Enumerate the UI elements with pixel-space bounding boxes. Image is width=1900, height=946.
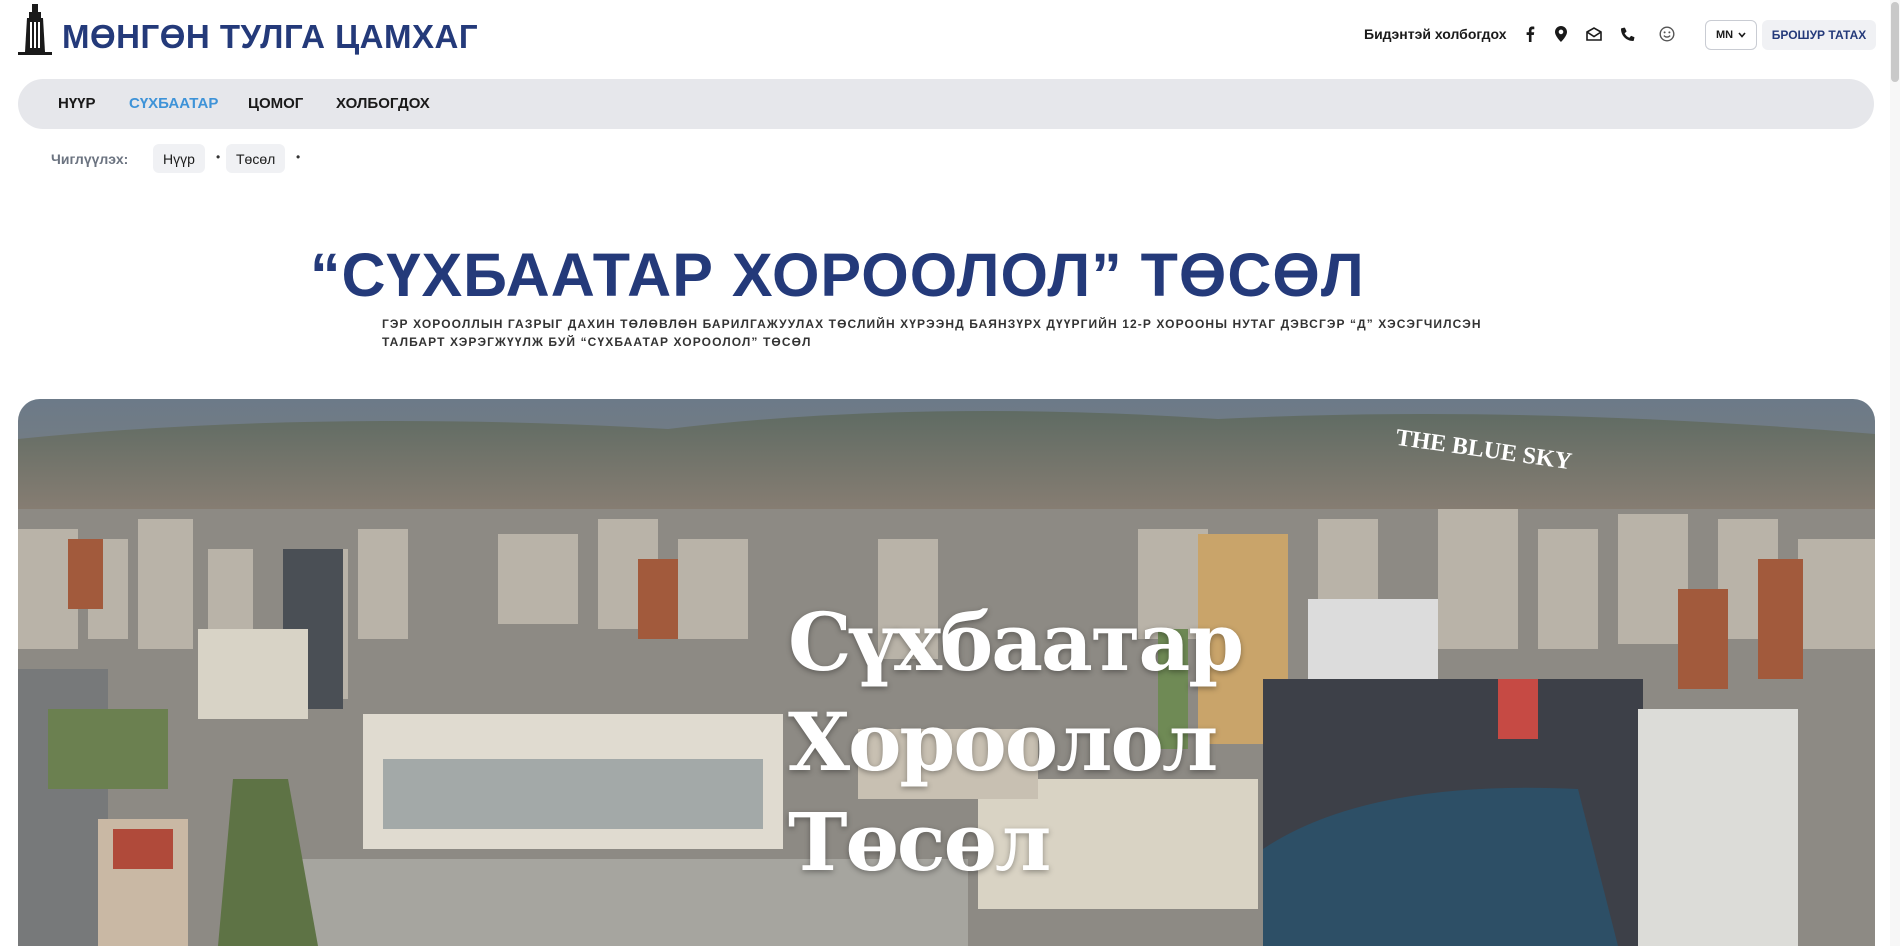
- hero-banner: Сүхбаатар Хороолол Төсөл: [18, 399, 1875, 946]
- breadcrumb-item-project[interactable]: Төсөл: [226, 144, 286, 173]
- nav-item-sukhbaatar[interactable]: СҮХБААТАР: [129, 95, 218, 112]
- nav-item-contact[interactable]: ХОЛБОГДОХ: [336, 95, 430, 112]
- location-pin-icon[interactable]: [1551, 24, 1571, 44]
- breadcrumb-item-home[interactable]: Нүүр: [153, 144, 205, 173]
- page-scrollbar[interactable]: [1890, 0, 1900, 946]
- facebook-icon[interactable]: [1520, 24, 1540, 44]
- language-select[interactable]: MN: [1705, 20, 1757, 50]
- nav-item-gallery[interactable]: ЦОМОГ: [248, 95, 303, 112]
- chevron-down-icon: [1738, 29, 1746, 41]
- main-nav: НҮҮР СҮХБААТАР ЦОМОГ ХОЛБОГДОХ: [18, 79, 1874, 129]
- site-header: МӨНГӨН ТУЛГА ЦАМХАГ Бидэнтэй холбогдох M…: [0, 0, 1900, 78]
- contact-label: Бидэнтэй холбогдох: [1364, 26, 1507, 42]
- smile-icon[interactable]: [1657, 24, 1677, 44]
- nav-item-home[interactable]: НҮҮР: [58, 95, 96, 112]
- brand-name[interactable]: МӨНГӨН ТУЛГА ЦАМХАГ: [62, 18, 478, 56]
- brochure-download-button[interactable]: БРОШУР ТАТАХ: [1762, 20, 1876, 50]
- hero-line-2: Хороолол: [788, 695, 1218, 789]
- mail-icon[interactable]: [1584, 24, 1604, 44]
- language-label: MN: [1715, 29, 1734, 41]
- tower-logo-icon[interactable]: [18, 4, 52, 56]
- hero-line-1: Сүхбаатар: [788, 595, 1244, 689]
- page-subtitle: ГЭР ХОРООЛЛЫН ГАЗРЫГ ДАХИН ТӨЛӨВЛӨН БАРИ…: [382, 317, 1482, 349]
- phone-icon[interactable]: [1618, 24, 1638, 44]
- breadcrumb-label: Чиглүүлэх:: [51, 151, 129, 167]
- breadcrumb-separator: •: [216, 150, 221, 164]
- hero-line-3: Төсөл: [788, 795, 1051, 889]
- page-title: “СҮХБААТАР ХОРООЛОЛ” ТӨСӨЛ: [310, 241, 1365, 309]
- breadcrumb-separator: •: [296, 150, 301, 164]
- scrollbar-thumb[interactable]: [1891, 2, 1899, 82]
